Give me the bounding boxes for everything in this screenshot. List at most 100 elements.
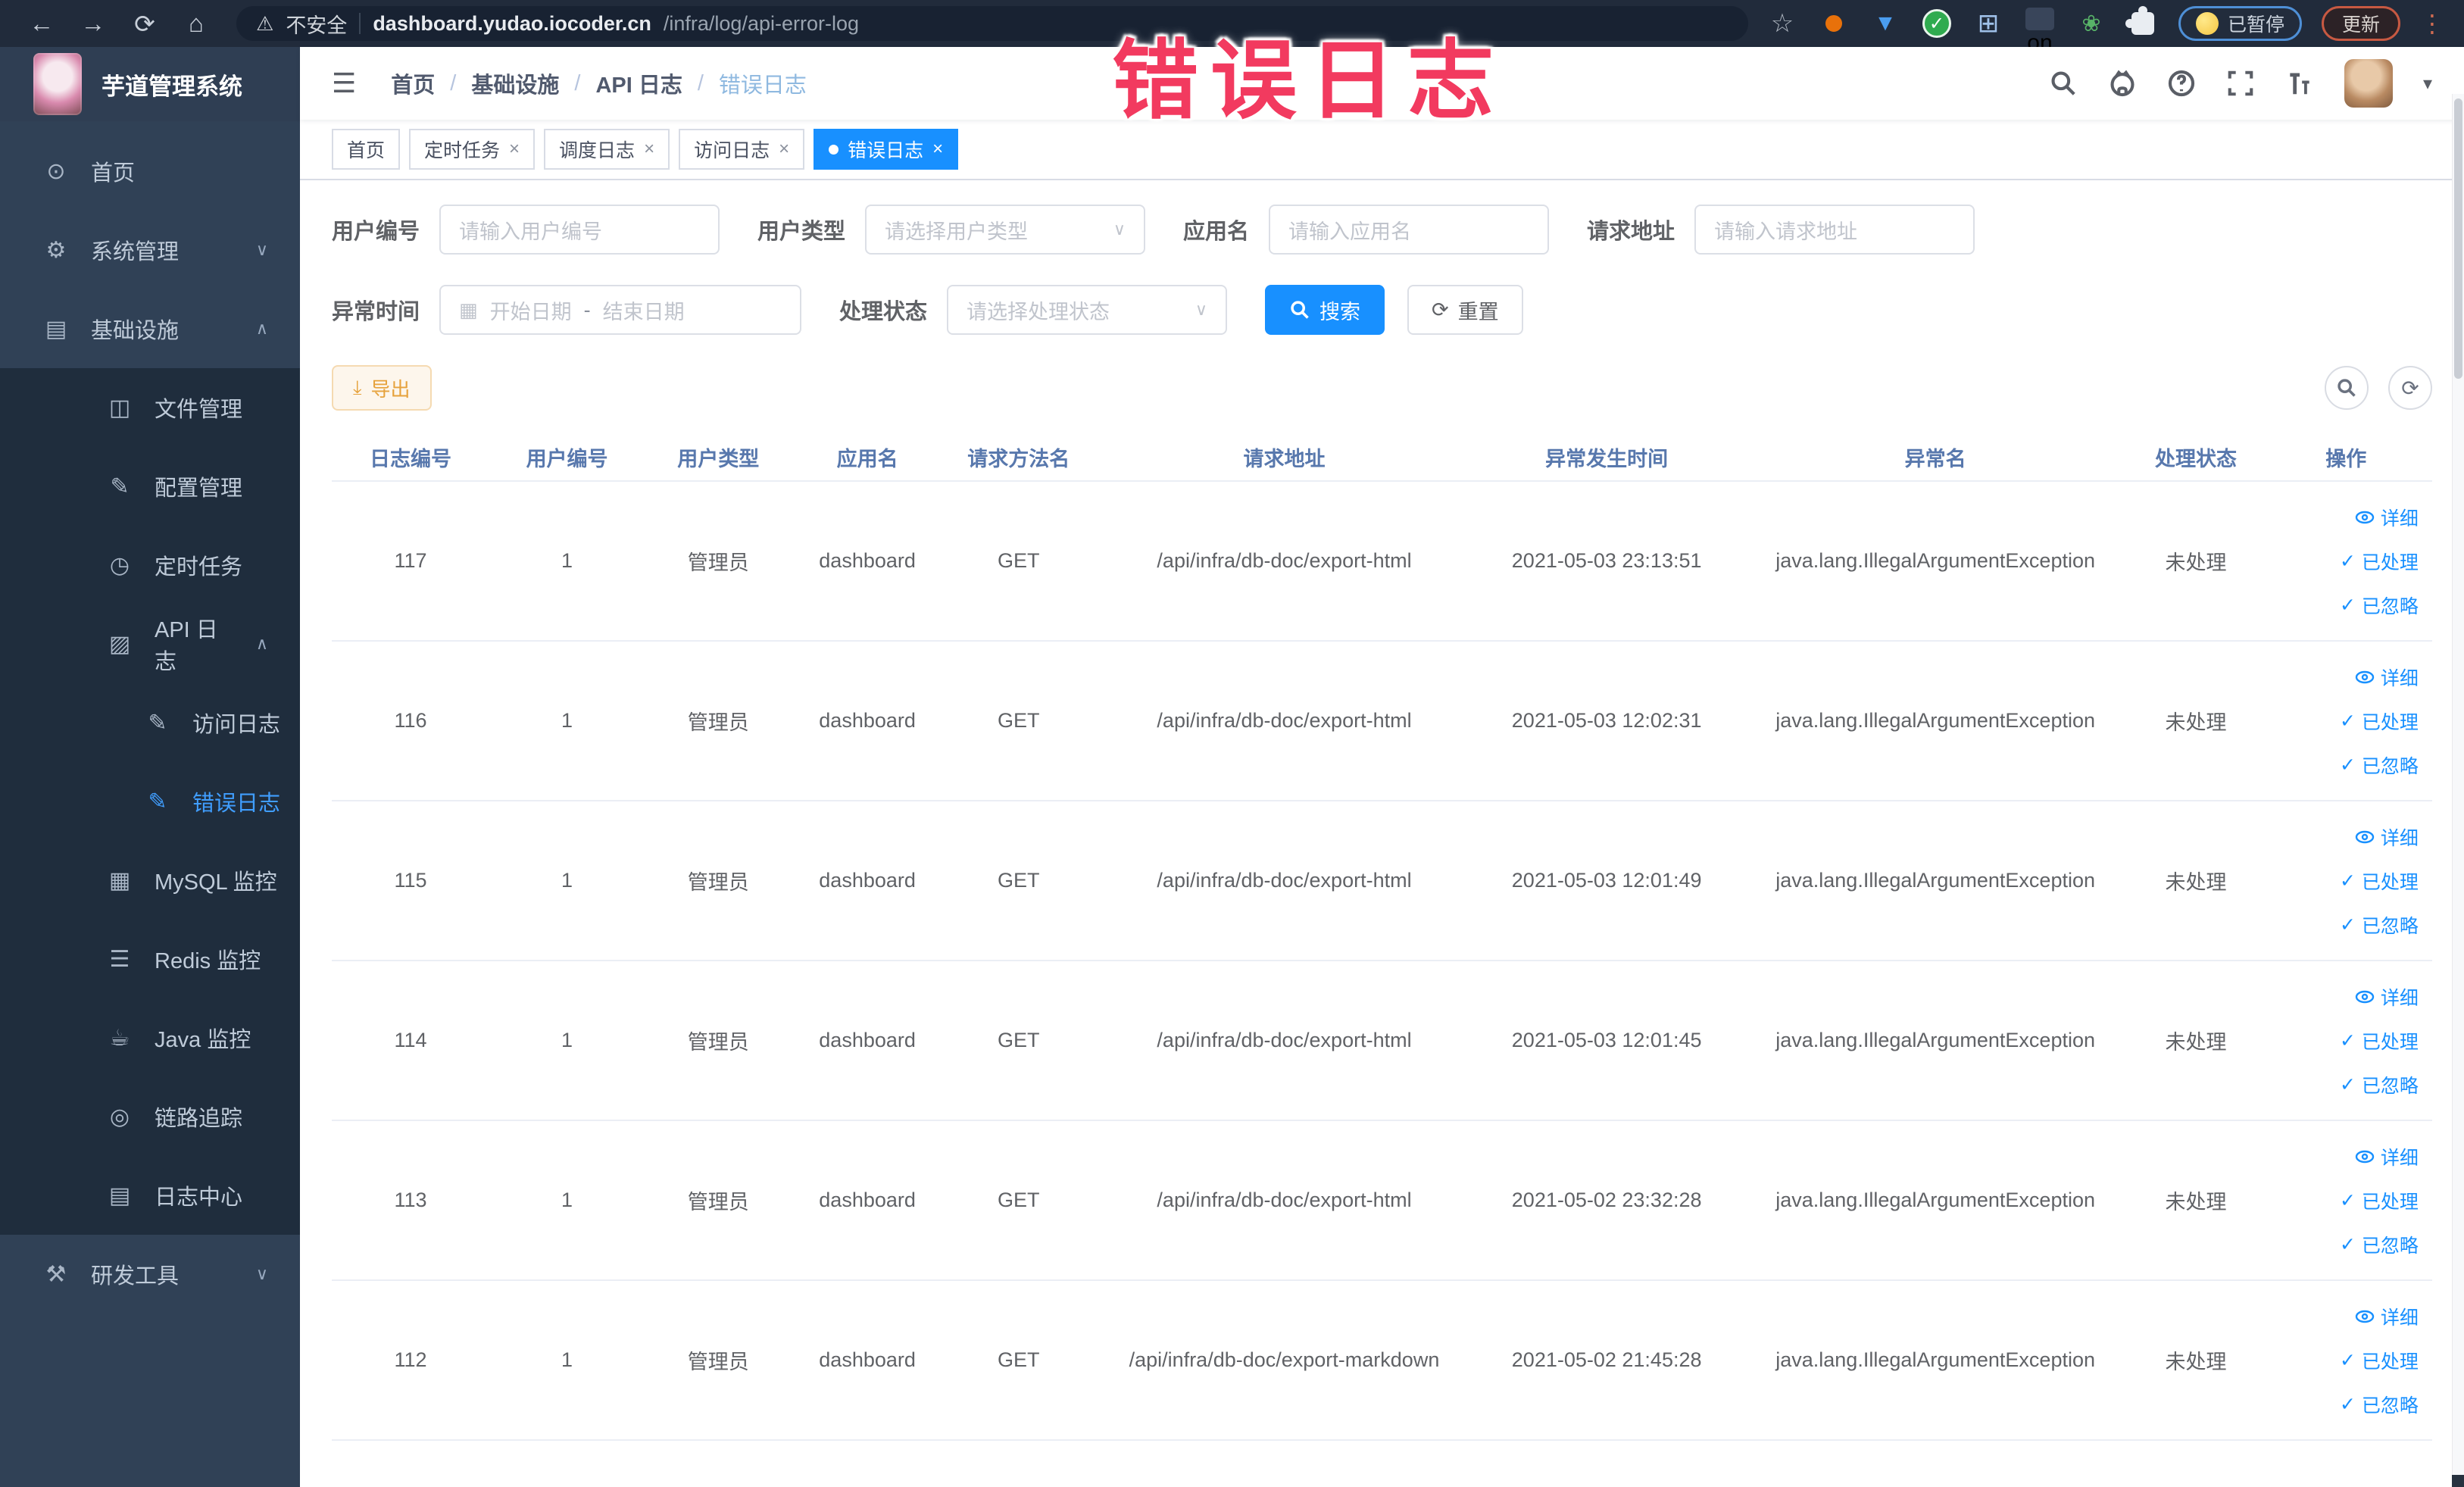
tab-scheduled-jobs[interactable]: 定时任务 × (409, 129, 536, 170)
error-log-icon: ✎ (148, 789, 167, 814)
user-id-input[interactable]: 请输入用户编号 (439, 205, 720, 255)
detail-link[interactable]: 详细 (2355, 504, 2419, 531)
mark-ignored-link[interactable]: ✓ 已忽略 (2340, 1071, 2419, 1098)
browser-profile-chip[interactable]: 已暂停 (2178, 6, 2302, 41)
font-size-icon[interactable] (2285, 69, 2314, 98)
table-row[interactable]: 113 1 管理员 dashboard GET /api/infra/db-do… (332, 1121, 2432, 1281)
filter-app-name: 应用名 请输入应用名 (1183, 205, 1550, 255)
fullscreen-icon[interactable] (2226, 69, 2255, 98)
calendar-icon: ▦ (459, 298, 478, 321)
sidebar-item-api-log[interactable]: ▨ API 日志 ∧ (0, 604, 300, 683)
browser-reload-icon[interactable]: ⟳ (123, 9, 167, 39)
close-icon[interactable]: × (509, 139, 520, 160)
sidebar-item-infra[interactable]: ▤ 基础设施 ∧ (0, 289, 300, 368)
tab-access-log[interactable]: 访问日志 × (679, 129, 805, 170)
table-row[interactable]: 116 1 管理员 dashboard GET /api/infra/db-do… (332, 642, 2432, 801)
cell-log-id: 113 (394, 1189, 427, 1211)
extensions-puzzle-icon[interactable] (2125, 6, 2159, 39)
extension-blue-icon[interactable]: ▼ (1869, 8, 1901, 39)
browser-update-button[interactable]: 更新 (2321, 6, 2400, 41)
sidebar-item-java-monitor[interactable]: ☕ Java 监控 (0, 998, 300, 1077)
check-icon: ✓ (2339, 1073, 2356, 1095)
user-type-select[interactable]: 请选择用户类型 ∨ (865, 205, 1146, 255)
extension-grid-icon[interactable]: ⊞ (1972, 8, 2004, 39)
sidebar-item-mysql-monitor[interactable]: ▦ MySQL 监控 (0, 841, 300, 920)
page-scrollbar[interactable] (2452, 94, 2464, 1487)
extension-orange-icon[interactable] (1818, 8, 1850, 39)
toggle-search-button[interactable] (2325, 366, 2369, 410)
tab-home[interactable]: 首页 (332, 129, 401, 170)
table-row[interactable]: 114 1 管理员 dashboard GET /api/infra/db-do… (332, 961, 2432, 1121)
extension-sprout-icon[interactable]: ❀ (2075, 8, 2107, 39)
search-icon[interactable] (2049, 69, 2078, 98)
mark-processed-link[interactable]: ✓ 已处理 (2340, 548, 2419, 575)
help-icon[interactable] (2167, 69, 2196, 98)
mark-processed-link[interactable]: ✓ 已处理 (2340, 708, 2419, 735)
sidebar-item-log-center[interactable]: ▤ 日志中心 (0, 1156, 300, 1235)
sidebar-logo-row[interactable]: 芋道管理系统 (0, 47, 300, 121)
detail-link[interactable]: 详细 (2355, 664, 2419, 691)
export-button[interactable]: ⤓ 导出 (332, 365, 432, 411)
cell-request-url: /api/infra/db-doc/export-html (1157, 869, 1412, 892)
sidebar-item-file-management[interactable]: ◫ 文件管理 (0, 368, 300, 447)
cell-method: GET (997, 1348, 1040, 1371)
refresh-table-button[interactable]: ⟳ (2388, 366, 2432, 410)
mark-processed-link[interactable]: ✓ 已处理 (2340, 1187, 2419, 1214)
table-row[interactable]: 112 1 管理员 dashboard GET /api/infra/db-do… (332, 1281, 2432, 1441)
user-avatar[interactable] (2344, 59, 2393, 108)
detail-link[interactable]: 详细 (2355, 1303, 2419, 1330)
table-row[interactable]: 115 1 管理员 dashboard GET /api/infra/db-do… (332, 801, 2432, 961)
browser-home-icon[interactable]: ⌂ (174, 9, 218, 38)
bookmark-star-icon[interactable]: ☆ (1766, 8, 1798, 39)
close-icon[interactable]: × (932, 139, 943, 160)
sidebar-item-dev-tools[interactable]: ⚒ 研发工具 ∨ (0, 1235, 300, 1314)
browser-forward-icon[interactable]: → (71, 9, 115, 38)
sidebar-item-redis-monitor[interactable]: ☰ Redis 监控 (0, 920, 300, 998)
sidebar-item-access-log[interactable]: ✎ 访问日志 (0, 683, 300, 762)
extension-green-check-icon[interactable]: ✓ (1921, 8, 1953, 39)
app-title: 芋道管理系统 (101, 73, 242, 100)
browser-menu-icon[interactable]: ⋮ (2420, 9, 2444, 38)
breadcrumb-item[interactable]: 首页 (391, 67, 435, 99)
breadcrumb-separator: / (697, 70, 704, 95)
sidebar-item-scheduled-jobs[interactable]: ◷ 定时任务 (0, 526, 300, 604)
mark-processed-link[interactable]: ✓ 已处理 (2340, 867, 2419, 895)
process-status-select[interactable]: 请选择处理状态 ∨ (947, 285, 1228, 335)
extension-on-switch-icon[interactable]: on (2024, 8, 2056, 55)
tab-error-log[interactable]: 错误日志 × (814, 129, 959, 170)
scrollbar-thumb[interactable] (2454, 98, 2462, 379)
request-url-input[interactable]: 请输入请求地址 (1694, 205, 1975, 255)
mark-ignored-link[interactable]: ✓ 已忽略 (2340, 592, 2419, 619)
tab-schedule-log[interactable]: 调度日志 × (544, 129, 670, 170)
close-icon[interactable]: × (644, 139, 654, 160)
detail-link[interactable]: 详细 (2355, 1143, 2419, 1170)
close-icon[interactable]: × (779, 139, 789, 160)
sidebar-item-home[interactable]: ⊙ 首页 (0, 132, 300, 211)
browser-back-icon[interactable]: ← (20, 9, 64, 38)
mark-ignored-link[interactable]: ✓ 已忽略 (2340, 751, 2419, 779)
github-icon[interactable] (2108, 69, 2137, 98)
sidebar-collapse-icon[interactable]: ☰ (332, 67, 356, 99)
exception-time-range-picker[interactable]: ▦ 开始日期 - 结束日期 (439, 285, 802, 335)
mark-ignored-link[interactable]: ✓ 已忽略 (2340, 1231, 2419, 1258)
detail-link[interactable]: 详细 (2355, 983, 2419, 1011)
app-name-input[interactable]: 请输入应用名 (1269, 205, 1550, 255)
sidebar-item-system[interactable]: ⚙ 系统管理 ∨ (0, 211, 300, 289)
breadcrumb-item[interactable]: 基础设施 (471, 67, 559, 99)
mark-ignored-link[interactable]: ✓ 已忽略 (2340, 911, 2419, 939)
address-bar[interactable]: ⚠ 不安全 dashboard.yudao.iocoder.cn/infra/l… (236, 6, 1748, 41)
mark-processed-link[interactable]: ✓ 已处理 (2340, 1027, 2419, 1054)
sidebar-item-config-management[interactable]: ✎ 配置管理 (0, 447, 300, 526)
reset-button[interactable]: ⟳ 重置 (1407, 285, 1523, 335)
table-tool-buttons: ⟳ (2325, 366, 2432, 410)
mark-processed-link[interactable]: ✓ 已处理 (2340, 1347, 2419, 1374)
search-button[interactable]: 搜索 (1265, 285, 1385, 335)
mark-ignored-link[interactable]: ✓ 已忽略 (2340, 1391, 2419, 1418)
table-row[interactable]: 117 1 管理员 dashboard GET /api/infra/db-do… (332, 482, 2432, 642)
sidebar-item-error-log[interactable]: ✎ 错误日志 (0, 762, 300, 841)
avatar-caret-icon[interactable]: ▾ (2423, 73, 2432, 95)
browser-extensions-cluster: ☆ ▼ ✓ ⊞ on ❀ 已暂停 更新 ⋮ (1766, 6, 2444, 55)
breadcrumb-item[interactable]: API 日志 (595, 67, 682, 99)
sidebar-item-trace[interactable]: ◎ 链路追踪 (0, 1077, 300, 1156)
detail-link[interactable]: 详细 (2355, 823, 2419, 851)
